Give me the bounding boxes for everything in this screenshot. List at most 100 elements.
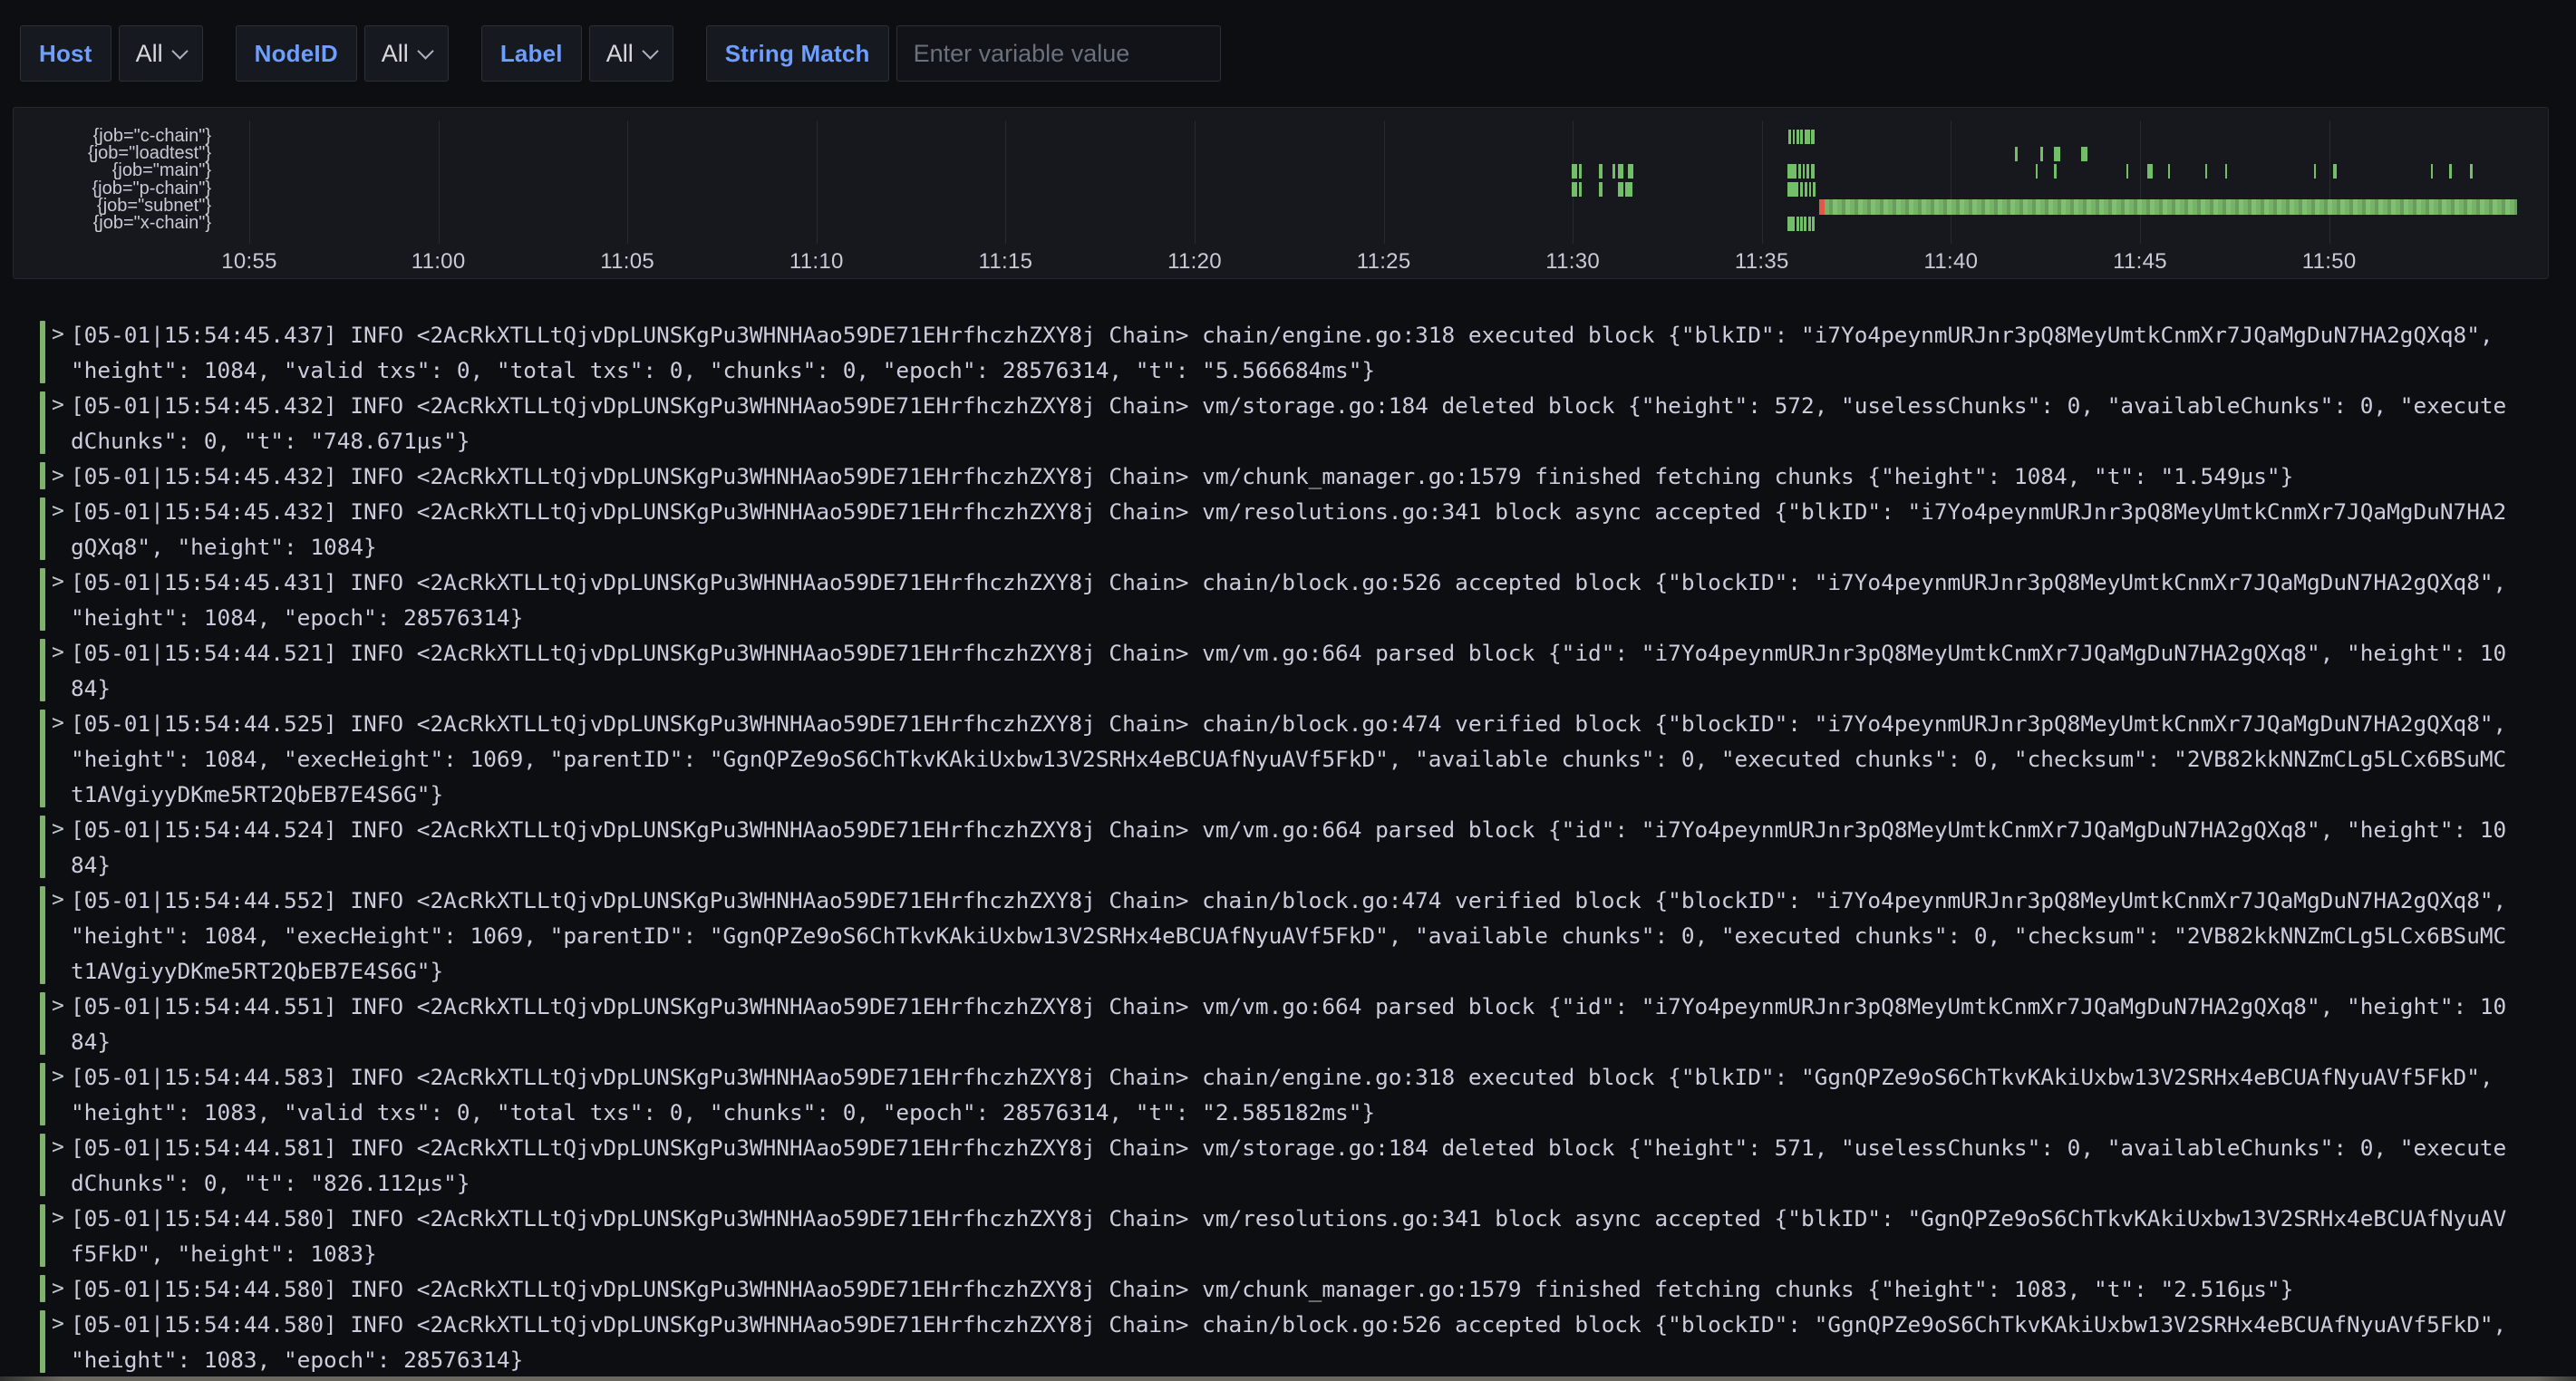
- log-row[interactable]: > [05-01|15:54:44.552] INFO <2AcRkXTLLtQ…: [40, 883, 2542, 989]
- log-message: [05-01|15:54:44.552] INFO <2AcRkXTLLtQjv…: [71, 883, 2510, 989]
- gridline-11:15: [1005, 121, 1006, 244]
- label-variable-dropdown[interactable]: All: [589, 25, 673, 82]
- log-level-bar: [40, 1275, 45, 1302]
- string-match-group: String Match: [706, 25, 1221, 82]
- log-row[interactable]: > [05-01|15:54:45.432] INFO <2AcRkXTLLtQ…: [40, 459, 2542, 494]
- log-message: [05-01|15:54:44.551] INFO <2AcRkXTLLtQjv…: [71, 989, 2510, 1059]
- timeline-mark-c-chain: [1811, 130, 1814, 144]
- timeline-mark-p-chain: [1809, 182, 1812, 197]
- timeline-mark-c-chain: [1800, 130, 1803, 144]
- expand-chevron-icon[interactable]: >: [52, 1059, 64, 1095]
- nodeid-filter-label: NodeID: [236, 25, 357, 82]
- gridline-11:05: [627, 121, 628, 244]
- timeline-mark-loadtest: [2040, 147, 2043, 161]
- chevron-down-icon: [642, 43, 658, 59]
- log-row[interactable]: > [05-01|15:54:45.432] INFO <2AcRkXTLLtQ…: [40, 388, 2542, 459]
- timeline-mark-x-chain: [1787, 217, 1795, 231]
- expand-chevron-icon[interactable]: >: [52, 1271, 64, 1307]
- timeline-mark-x-chain: [1796, 217, 1799, 231]
- label-filter-group: Label All: [481, 25, 673, 82]
- log-message: [05-01|15:54:44.581] INFO <2AcRkXTLLtQjv…: [71, 1130, 2510, 1201]
- gridline-11:20: [1195, 121, 1196, 244]
- expand-chevron-icon[interactable]: >: [52, 459, 64, 494]
- log-row[interactable]: > [05-01|15:54:44.580] INFO <2AcRkXTLLtQ…: [40, 1271, 2542, 1307]
- log-row[interactable]: > [05-01|15:54:44.583] INFO <2AcRkXTLLtQ…: [40, 1059, 2542, 1130]
- legend-item-main[interactable]: {job="main"}: [14, 162, 211, 179]
- log-message: [05-01|15:54:44.580] INFO <2AcRkXTLLtQjv…: [71, 1307, 2510, 1377]
- timeline-mark-main: [2449, 164, 2452, 179]
- log-level-bar: [40, 710, 45, 807]
- timeline-mark-main: [2126, 164, 2129, 179]
- log-level-bar: [40, 497, 45, 560]
- expand-chevron-icon[interactable]: >: [52, 388, 64, 423]
- log-row[interactable]: > [05-01|15:54:44.525] INFO <2AcRkXTLLtQ…: [40, 706, 2542, 812]
- x-tick-label: 11:30: [1518, 249, 1627, 275]
- log-level-bar: [40, 992, 45, 1055]
- timeline-mark-subnet: [1825, 199, 2516, 215]
- log-row[interactable]: > [05-01|15:54:44.581] INFO <2AcRkXTLLtQ…: [40, 1130, 2542, 1201]
- timeline-mark-c-chain: [1788, 130, 1791, 144]
- expand-chevron-icon[interactable]: >: [52, 812, 64, 847]
- timeline-mark-x-chain: [1812, 217, 1815, 231]
- log-row[interactable]: > [05-01|15:54:45.431] INFO <2AcRkXTLLtQ…: [40, 565, 2542, 635]
- legend-item-x-chain[interactable]: {job="x-chain"}: [14, 215, 211, 232]
- timeline-mark-main: [2168, 164, 2171, 179]
- log-row[interactable]: > [05-01|15:54:45.432] INFO <2AcRkXTLLtQ…: [40, 494, 2542, 565]
- expand-chevron-icon[interactable]: >: [52, 494, 64, 529]
- log-level-bar: [40, 1204, 45, 1267]
- x-tick-label: 11:00: [384, 249, 493, 275]
- host-variable-dropdown[interactable]: All: [119, 25, 203, 82]
- gridline-11:50: [2329, 121, 2330, 244]
- timeline-mark-main: [1579, 164, 1582, 179]
- log-row[interactable]: > [05-01|15:54:44.524] INFO <2AcRkXTLLtQ…: [40, 812, 2542, 883]
- log-level-bar: [40, 1310, 45, 1373]
- variable-bar: Host All NodeID All Label All String Mat…: [20, 25, 1221, 82]
- expand-chevron-icon[interactable]: >: [52, 635, 64, 671]
- log-volume-timeline-panel[interactable]: {job="c-chain"}{job="loadtest"}{job="mai…: [13, 107, 2549, 279]
- log-message: [05-01|15:54:44.524] INFO <2AcRkXTLLtQjv…: [71, 812, 2510, 883]
- x-tick-label: 11:05: [573, 249, 682, 275]
- log-message: [05-01|15:54:45.432] INFO <2AcRkXTLLtQjv…: [71, 494, 2510, 565]
- expand-chevron-icon[interactable]: >: [52, 1201, 64, 1236]
- log-row[interactable]: > [05-01|15:54:45.437] INFO <2AcRkXTLLtQ…: [40, 317, 2542, 388]
- gridline-11:00: [439, 121, 440, 244]
- log-row[interactable]: > [05-01|15:54:44.551] INFO <2AcRkXTLLtQ…: [40, 989, 2542, 1059]
- expand-chevron-icon[interactable]: >: [52, 706, 64, 741]
- label-filter-label: Label: [481, 25, 582, 82]
- log-message: [05-01|15:54:44.521] INFO <2AcRkXTLLtQjv…: [71, 635, 2510, 706]
- timeline-mark-c-chain: [1805, 130, 1810, 144]
- timeline-mark-main: [1599, 164, 1603, 179]
- log-level-bar: [40, 321, 45, 383]
- expand-chevron-icon[interactable]: >: [52, 1307, 64, 1342]
- timeline-mark-p-chain: [1618, 182, 1623, 197]
- host-filter-group: Host All: [20, 25, 203, 82]
- log-row[interactable]: > [05-01|15:54:44.521] INFO <2AcRkXTLLtQ…: [40, 635, 2542, 706]
- expand-chevron-icon[interactable]: >: [52, 883, 64, 918]
- expand-chevron-icon[interactable]: >: [52, 989, 64, 1024]
- x-tick-label: 11:50: [2275, 249, 2384, 275]
- bottom-panel-edge: [0, 1376, 2576, 1381]
- string-match-input[interactable]: [897, 26, 1220, 81]
- timeline-mark-p-chain: [1800, 182, 1803, 197]
- timeline-mark-x-chain: [1804, 217, 1806, 231]
- timeline-legend: {job="c-chain"}{job="loadtest"}{job="mai…: [14, 128, 211, 232]
- expand-chevron-icon[interactable]: >: [52, 1130, 64, 1165]
- expand-chevron-icon[interactable]: >: [52, 565, 64, 600]
- timeline-mark-main: [2470, 164, 2473, 179]
- gridline-11:10: [817, 121, 818, 244]
- string-match-label: String Match: [706, 25, 889, 82]
- host-variable-value: All: [136, 40, 163, 68]
- timeline-mark-p-chain: [1625, 182, 1632, 197]
- nodeid-variable-dropdown[interactable]: All: [364, 25, 449, 82]
- gridline-11:45: [2140, 121, 2141, 244]
- log-row[interactable]: > [05-01|15:54:44.580] INFO <2AcRkXTLLtQ…: [40, 1307, 2542, 1377]
- x-tick-label: 10:55: [195, 249, 304, 275]
- legend-item-p-chain[interactable]: {job="p-chain"}: [14, 180, 211, 198]
- expand-chevron-icon[interactable]: >: [52, 317, 64, 352]
- nodeid-filter-group: NodeID All: [236, 25, 449, 82]
- timeline-mark-p-chain: [1599, 182, 1603, 197]
- log-level-bar: [40, 1063, 45, 1125]
- log-row[interactable]: > [05-01|15:54:44.580] INFO <2AcRkXTLLtQ…: [40, 1201, 2542, 1271]
- x-tick-label: 11:40: [1896, 249, 2005, 275]
- log-message: [05-01|15:54:44.525] INFO <2AcRkXTLLtQjv…: [71, 706, 2510, 812]
